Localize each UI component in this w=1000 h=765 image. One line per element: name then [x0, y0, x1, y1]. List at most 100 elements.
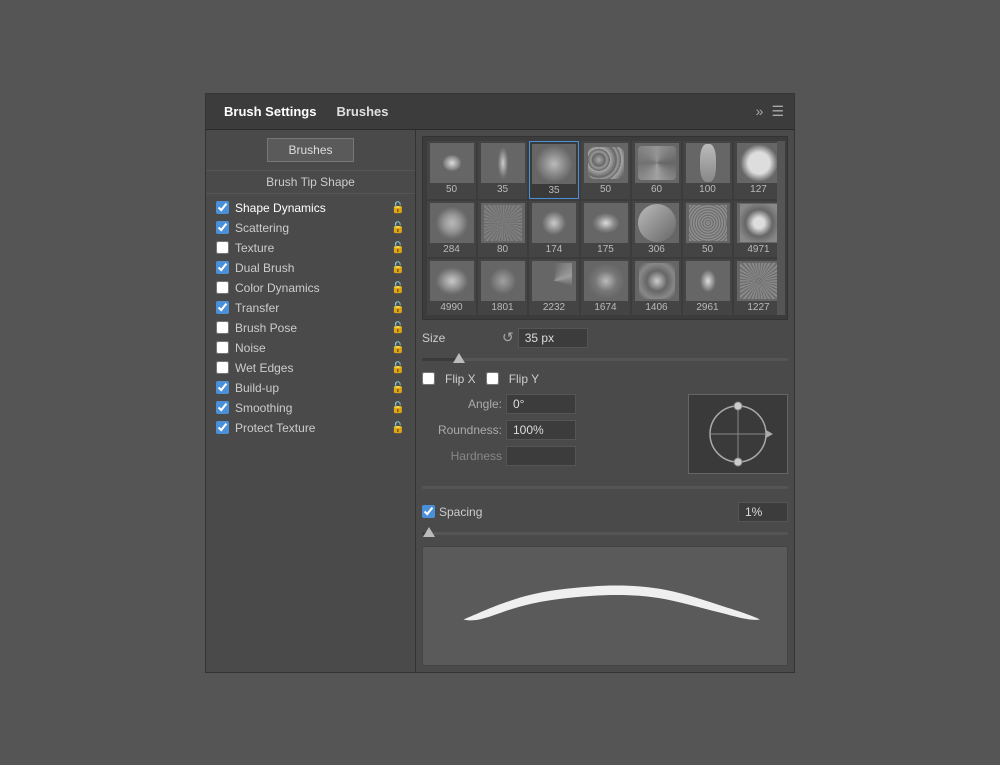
spacing-checkbox[interactable]: [422, 505, 435, 518]
brush-item-14[interactable]: 4990: [427, 259, 476, 315]
angle-widget-svg: [693, 399, 783, 469]
protect-texture-lock[interactable]: 🔓: [391, 421, 405, 434]
spacing-row: Spacing: [422, 502, 788, 522]
shape-dynamics-label[interactable]: Shape Dynamics: [235, 201, 387, 215]
roundness-field-row: Roundness:: [422, 420, 678, 440]
brush-grid: 50 35 35 50 60 100 127 284 80 174 175 30…: [422, 136, 788, 320]
brush-item-9[interactable]: 174: [529, 201, 579, 257]
setting-transfer[interactable]: Transfer 🔓: [206, 298, 415, 318]
setting-wet-edges[interactable]: Wet Edges 🔓: [206, 358, 415, 378]
brush-item-1[interactable]: 35: [478, 141, 527, 199]
brush-item-3[interactable]: 50: [581, 141, 630, 199]
color-dynamics-checkbox[interactable]: [216, 281, 229, 294]
protect-texture-checkbox[interactable]: [216, 421, 229, 434]
angle-widget[interactable]: [688, 394, 788, 474]
color-dynamics-lock[interactable]: 🔓: [391, 281, 405, 294]
setting-protect-texture[interactable]: Protect Texture 🔓: [206, 418, 415, 438]
brush-item-19[interactable]: 2961: [683, 259, 732, 315]
dual-brush-checkbox[interactable]: [216, 261, 229, 274]
flip-x-checkbox[interactable]: [422, 372, 435, 385]
brush-item-0[interactable]: 50: [427, 141, 476, 199]
noise-lock[interactable]: 🔓: [391, 341, 405, 354]
brush-item-8[interactable]: 80: [478, 201, 527, 257]
brush-item-4[interactable]: 60: [632, 141, 681, 199]
setting-shape-dynamics[interactable]: Shape Dynamics 🔓: [206, 198, 415, 218]
hardness-slider[interactable]: [422, 480, 788, 494]
brush-item-6[interactable]: 127: [734, 141, 783, 199]
brushes-button[interactable]: Brushes: [267, 138, 353, 162]
brush-item-15[interactable]: 1801: [478, 259, 527, 315]
setting-noise[interactable]: Noise 🔓: [206, 338, 415, 358]
brush-item-18[interactable]: 1406: [632, 259, 681, 315]
brush-item-13[interactable]: 4971: [734, 201, 783, 257]
transfer-lock[interactable]: 🔓: [391, 301, 405, 314]
sidebar: Brushes Brush Tip Shape Shape Dynamics 🔓…: [206, 130, 416, 672]
scattering-label[interactable]: Scattering: [235, 221, 387, 235]
shape-dynamics-checkbox[interactable]: [216, 201, 229, 214]
spacing-slider-thumb[interactable]: [423, 527, 435, 537]
setting-color-dynamics[interactable]: Color Dynamics 🔓: [206, 278, 415, 298]
brush-item-10[interactable]: 175: [581, 201, 630, 257]
brush-pose-checkbox[interactable]: [216, 321, 229, 334]
brush-item-17[interactable]: 1674: [581, 259, 630, 315]
color-dynamics-label[interactable]: Color Dynamics: [235, 281, 387, 295]
setting-texture[interactable]: Texture 🔓: [206, 238, 415, 258]
tab-brush-settings[interactable]: Brush Settings: [216, 100, 324, 123]
texture-label[interactable]: Texture: [235, 241, 387, 255]
smoothing-label[interactable]: Smoothing: [235, 401, 387, 415]
texture-checkbox[interactable]: [216, 241, 229, 254]
brush-pose-lock[interactable]: 🔓: [391, 321, 405, 334]
flip-x-label: Flip X: [445, 372, 476, 386]
brush-preview: [422, 546, 788, 666]
brush-item-7[interactable]: 284: [427, 201, 476, 257]
scattering-checkbox[interactable]: [216, 221, 229, 234]
scattering-lock[interactable]: 🔓: [391, 221, 405, 234]
setting-scattering[interactable]: Scattering 🔓: [206, 218, 415, 238]
setting-build-up[interactable]: Build-up 🔓: [206, 378, 415, 398]
build-up-checkbox[interactable]: [216, 381, 229, 394]
wet-edges-lock[interactable]: 🔓: [391, 361, 405, 374]
setting-dual-brush[interactable]: Dual Brush 🔓: [206, 258, 415, 278]
build-up-lock[interactable]: 🔓: [391, 381, 405, 394]
brush-item-12[interactable]: 50: [683, 201, 732, 257]
brush-item-16[interactable]: 2232: [529, 259, 579, 315]
smoothing-checkbox[interactable]: [216, 401, 229, 414]
transfer-checkbox[interactable]: [216, 301, 229, 314]
shape-dynamics-lock[interactable]: 🔓: [391, 201, 405, 214]
tab-brushes[interactable]: Brushes: [328, 100, 396, 123]
grid-scrollbar[interactable]: [777, 141, 785, 315]
main-content: 50 35 35 50 60 100 127 284 80 174 175 30…: [416, 130, 794, 672]
wet-edges-checkbox[interactable]: [216, 361, 229, 374]
dual-brush-lock[interactable]: 🔓: [391, 261, 405, 274]
flip-y-checkbox[interactable]: [486, 372, 499, 385]
wet-edges-label[interactable]: Wet Edges: [235, 361, 387, 375]
brush-pose-label[interactable]: Brush Pose: [235, 321, 387, 335]
build-up-label[interactable]: Build-up: [235, 381, 387, 395]
size-input[interactable]: [518, 328, 588, 348]
brush-tip-shape-label[interactable]: Brush Tip Shape: [206, 170, 415, 194]
dual-brush-label[interactable]: Dual Brush: [235, 261, 387, 275]
spacing-input[interactable]: [738, 502, 788, 522]
protect-texture-label[interactable]: Protect Texture: [235, 421, 387, 435]
texture-lock[interactable]: 🔓: [391, 241, 405, 254]
hardness-input[interactable]: [506, 446, 576, 466]
setting-brush-pose[interactable]: Brush Pose 🔓: [206, 318, 415, 338]
brush-item-11[interactable]: 306: [632, 201, 681, 257]
size-slider-thumb[interactable]: [453, 353, 465, 363]
brush-item-20[interactable]: 1227: [734, 259, 783, 315]
brush-item-5[interactable]: 100: [683, 141, 732, 199]
setting-smoothing[interactable]: Smoothing 🔓: [206, 398, 415, 418]
menu-icon[interactable]: ☰: [771, 103, 784, 120]
noise-label[interactable]: Noise: [235, 341, 387, 355]
size-slider[interactable]: [422, 352, 788, 366]
more-icon[interactable]: »: [756, 103, 764, 120]
noise-checkbox[interactable]: [216, 341, 229, 354]
spacing-slider[interactable]: [422, 526, 788, 540]
reset-size-icon[interactable]: ↺: [502, 329, 514, 346]
smoothing-lock[interactable]: 🔓: [391, 401, 405, 414]
roundness-input[interactable]: [506, 420, 576, 440]
brush-item-2[interactable]: 35: [529, 141, 579, 199]
transfer-label[interactable]: Transfer: [235, 301, 387, 315]
panel-body: Brushes Brush Tip Shape Shape Dynamics 🔓…: [206, 130, 794, 672]
angle-input[interactable]: [506, 394, 576, 414]
